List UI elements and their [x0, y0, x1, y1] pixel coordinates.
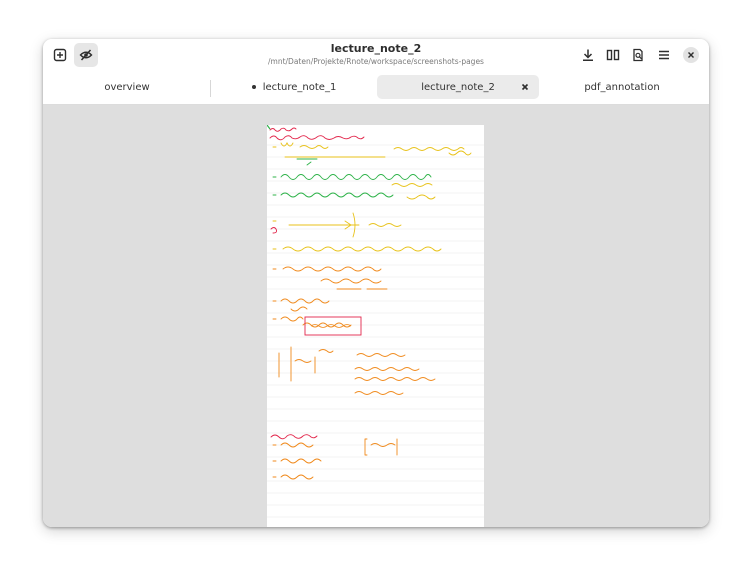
tab-lecture-note-2[interactable]: lecture_note_2 [377, 75, 539, 99]
tab-label: overview [104, 81, 150, 93]
visibility-off-icon [79, 49, 93, 61]
close-icon [688, 52, 694, 58]
columns-icon [606, 49, 620, 61]
new-tab-icon [53, 48, 67, 62]
tab-bar: overview lecture_note_1 lecture_note_2 p… [43, 72, 709, 105]
tab-separator [210, 80, 211, 97]
tab-label: lecture_note_1 [262, 81, 337, 93]
page-layout-button[interactable] [601, 43, 625, 67]
note-page[interactable] [267, 125, 484, 527]
tab-close-button[interactable] [519, 81, 531, 93]
zoom-view-button[interactable] [626, 43, 650, 67]
visibility-toggle-button[interactable] [74, 43, 98, 67]
unsaved-dot-icon [251, 85, 256, 89]
close-icon [521, 83, 529, 91]
handwritten-notes [267, 125, 484, 518]
new-tab-button[interactable] [48, 43, 72, 67]
window-title: lecture_note_2 [330, 42, 422, 55]
tab-overview[interactable]: overview [46, 75, 208, 99]
search-document-icon [633, 48, 643, 62]
tab-lecture-note-1[interactable]: lecture_note_1 [213, 75, 375, 99]
window-close-button[interactable] [683, 47, 699, 63]
window-title-area: lecture_note_2 /mnt/Daten/Projekte/Rnote… [193, 42, 559, 67]
header-bar: lecture_note_2 /mnt/Daten/Projekte/Rnote… [43, 39, 709, 72]
menu-icon [659, 50, 669, 60]
main-menu-button[interactable] [652, 43, 676, 67]
window-subtitle: /mnt/Daten/Projekte/Rnote/workspace/scre… [268, 57, 484, 66]
app-window: lecture_note_2 /mnt/Daten/Projekte/Rnote… [43, 39, 709, 527]
tab-label: pdf_annotation [584, 81, 660, 93]
export-button[interactable] [576, 43, 600, 67]
tab-label: lecture_note_2 [421, 81, 495, 93]
canvas-area[interactable] [43, 105, 709, 527]
download-icon [583, 49, 593, 62]
tab-pdf-annotation[interactable]: pdf_annotation [541, 75, 703, 99]
